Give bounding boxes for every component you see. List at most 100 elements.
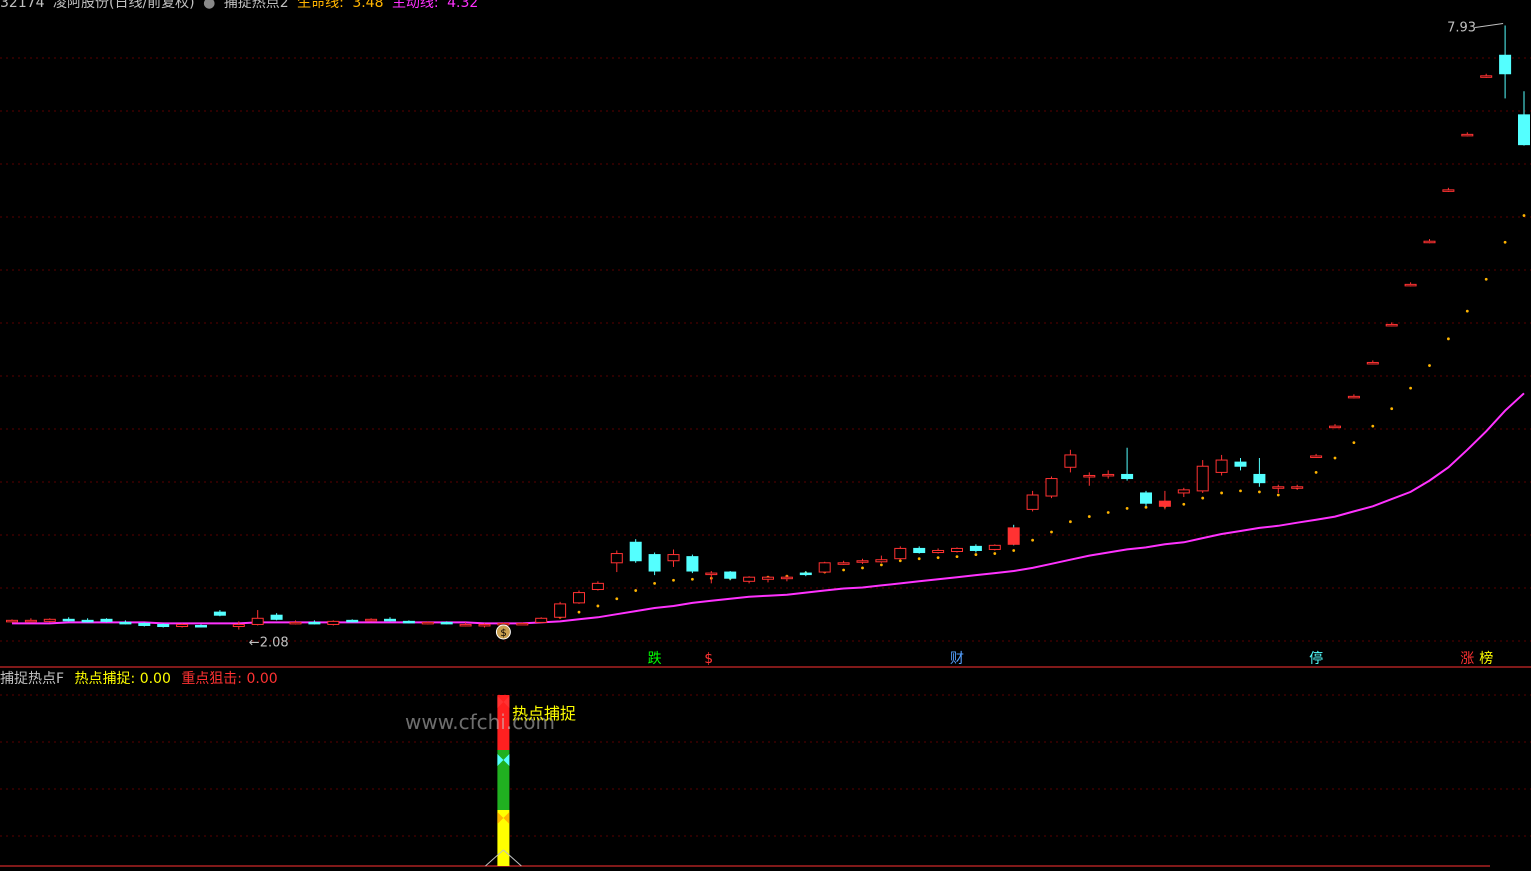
signal-mark: $ [704, 651, 713, 667]
dot-point [1390, 407, 1394, 411]
candle-body [1215, 459, 1228, 473]
candle-body [478, 623, 491, 627]
candle-body [81, 619, 94, 623]
dot-point [1239, 489, 1242, 493]
candle-body [1329, 425, 1341, 429]
candle-body [1499, 54, 1512, 75]
lifeline-value: 3.48 [352, 0, 384, 11]
signal-mark: 榜 [1479, 650, 1493, 667]
candle-body [251, 617, 264, 625]
dot-point [1106, 511, 1110, 514]
hotspot-value: 0.00 [139, 671, 171, 687]
signal-mark: 财 [950, 651, 964, 667]
candle-body [856, 560, 869, 563]
dot-point [1201, 496, 1205, 500]
dot-point [1144, 505, 1148, 509]
dot-point [1371, 424, 1375, 428]
candle-body [6, 619, 18, 623]
candle-body [913, 547, 926, 554]
indicator-header: 捕捉热点F 热点捕捉: 0.00 重点狙击: 0.00 [0, 668, 284, 688]
dot-point [936, 556, 940, 560]
dot-point [1069, 520, 1072, 524]
ma-line [12, 392, 1525, 625]
candle-body [591, 582, 604, 591]
dot-point [1050, 530, 1053, 534]
candle-body [629, 541, 642, 562]
candle-body [1291, 486, 1304, 489]
candle-body [818, 562, 831, 573]
indicator-name[interactable]: 捕捉热点2 [224, 0, 289, 11]
candle-body [743, 576, 756, 582]
dot-point [615, 597, 619, 601]
candle-body [1461, 133, 1474, 137]
candle-body [176, 623, 189, 628]
candle-body [516, 622, 529, 626]
activeline-label: 主动线: [391, 0, 439, 11]
candle-body [1404, 283, 1417, 287]
candle-body [43, 618, 56, 622]
candle-body [213, 611, 226, 616]
candle-body [1045, 478, 1058, 497]
candle-body [62, 618, 75, 622]
candle-body [421, 621, 434, 625]
dot-point [1484, 277, 1488, 281]
candle-body [1234, 461, 1247, 467]
dot-point [1522, 214, 1526, 217]
candle-body [1480, 75, 1493, 78]
chart-canvas[interactable]: 7.93 ←2.08 $ 跌 $ 财 停 涨榜 [0, 0, 1531, 871]
dot-point [1031, 538, 1034, 542]
dot-point [898, 559, 902, 563]
candle-body [327, 620, 340, 625]
candle-body [969, 545, 982, 551]
high-price-arrow [1475, 22, 1504, 28]
candle-body [1366, 361, 1379, 365]
candle-body [157, 623, 170, 628]
candle-body [535, 617, 548, 623]
dot-point [596, 604, 600, 608]
dot-point [1182, 502, 1186, 506]
candle-body [799, 572, 812, 576]
hotspot-label: 热点捕捉: [74, 671, 136, 687]
stock-code: 32174 [0, 0, 45, 11]
dot-point [1258, 490, 1261, 494]
stock-chart[interactable]: 7.93 ←2.08 $ 跌 $ 财 停 涨榜 32174 凌阿股份(日线/前复权) ● 捕捉… [0, 0, 1531, 871]
high-price-label: 7.93 [1447, 20, 1476, 35]
candle-body [724, 571, 737, 579]
candle-body [875, 559, 888, 563]
candle-body [686, 556, 699, 572]
indicator-panel-name[interactable]: 捕捉热点F [0, 671, 64, 687]
candle-body [1083, 474, 1096, 478]
candle-body [1253, 473, 1266, 484]
main-chart-header: 32174 凌阿股份(日线/前复权) ● 捕捉热点2 生命线: 3.48 主动线… [0, 0, 482, 12]
candle-body [1196, 465, 1209, 492]
candle-body [195, 624, 207, 628]
dot-point [993, 552, 997, 555]
candle-body [1518, 114, 1530, 146]
candle-body [24, 619, 37, 623]
candle-body [270, 614, 283, 620]
candle-body [232, 623, 245, 628]
candle-body [1007, 527, 1020, 545]
candle-body [1310, 455, 1323, 458]
dot-point [1428, 364, 1431, 367]
candle-body [780, 576, 793, 580]
dot-point [1125, 506, 1129, 510]
candle-body [138, 622, 151, 626]
candle-body [440, 621, 453, 625]
lifeline-label: 生命线: [297, 0, 344, 11]
indicator-dot-icon[interactable]: ● [203, 0, 215, 11]
dot-point [842, 568, 845, 572]
dot-point [1276, 493, 1280, 497]
candle-body [289, 621, 302, 625]
money-bag-symbol: $ [500, 628, 506, 639]
dot-point [1012, 549, 1016, 552]
candle-body [554, 603, 567, 618]
candle-body [1347, 395, 1360, 399]
candle-body [384, 618, 396, 622]
candle-body [1140, 492, 1152, 504]
dot-point [672, 578, 675, 582]
signal-mark: 停 [1309, 650, 1323, 667]
candle-body [648, 554, 661, 572]
snipe-label: 重点狙击: [181, 671, 243, 687]
low-price-label: ←2.08 [249, 636, 289, 651]
